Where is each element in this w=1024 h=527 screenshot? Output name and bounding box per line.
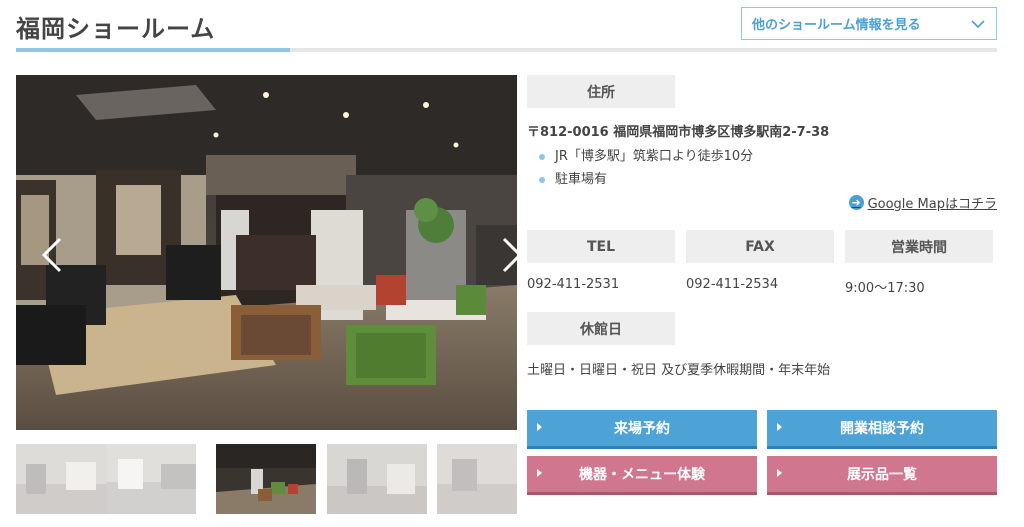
google-map-link-label: Google Mapはコチラ xyxy=(867,197,997,212)
visit-reservation-label: 来場予約 xyxy=(614,421,670,437)
header-divider xyxy=(16,48,997,52)
hours-label: 営業時間 xyxy=(845,230,993,263)
triangle-right-icon xyxy=(777,423,782,431)
page-title: 福岡ショールーム xyxy=(16,15,216,43)
tel-value: 092-411-2531 xyxy=(527,277,620,292)
access-item: 駐車場有 xyxy=(539,168,753,191)
thumbnail-3[interactable] xyxy=(216,444,316,514)
page-header: 福岡ショールーム 他のショールーム情報を見る xyxy=(16,0,997,52)
equipment-experience-label: 機器・メニュー体験 xyxy=(579,467,705,483)
closed-days-value: 土曜日・日曜日・祝日 及び夏季休暇期間・年末年始 xyxy=(527,363,831,378)
slider-next-arrow[interactable] xyxy=(498,235,517,275)
hours-value: 9:00〜17:30 xyxy=(845,281,925,296)
visit-reservation-button[interactable]: 来場予約 xyxy=(527,410,757,446)
access-item: JR「博多駅」筑紫口より徒歩10分 xyxy=(539,145,753,168)
thumbnail-5[interactable] xyxy=(437,444,517,514)
showroom-main-photo xyxy=(16,75,517,430)
consultation-reservation-label: 開業相談予約 xyxy=(840,421,924,437)
exhibit-list-button[interactable]: 展示品一覧 xyxy=(767,456,997,492)
triangle-right-icon xyxy=(777,469,782,477)
access-list: JR「博多駅」筑紫口より徒歩10分 駐車場有 xyxy=(539,145,753,191)
triangle-right-icon xyxy=(537,423,542,431)
thumbnail-1[interactable] xyxy=(16,444,106,514)
triangle-right-icon xyxy=(537,469,542,477)
consultation-reservation-button[interactable]: 開業相談予約 xyxy=(767,410,997,446)
closed-days-label: 休館日 xyxy=(527,312,675,345)
thumbnail-2[interactable] xyxy=(106,444,196,514)
tel-label: TEL xyxy=(527,230,675,263)
header-divider-accent xyxy=(16,48,290,52)
arrow-right-circle-icon: ➜ xyxy=(848,195,864,210)
thumbnail-4[interactable] xyxy=(327,444,427,514)
slider-prev-arrow[interactable] xyxy=(38,235,66,275)
google-map-link[interactable]: ➜ Google Mapはコチラ xyxy=(848,193,997,212)
thumbnail-strip xyxy=(16,444,517,514)
fax-label: FAX xyxy=(686,230,834,263)
showroom-photo-image xyxy=(16,75,517,430)
other-showrooms-dropdown[interactable]: 他のショールーム情報を見る xyxy=(741,7,997,40)
address-label: 住所 xyxy=(527,75,675,108)
address-text: 〒812-0016 福岡県福岡市博多区博多駅南2-7-38 xyxy=(527,125,830,140)
exhibit-list-label: 展示品一覧 xyxy=(847,467,917,483)
chevron-down-icon xyxy=(971,19,985,28)
fax-value: 092-411-2534 xyxy=(686,277,779,292)
dropdown-label: 他のショールーム情報を見る xyxy=(752,18,921,33)
equipment-experience-button[interactable]: 機器・メニュー体験 xyxy=(527,456,757,492)
